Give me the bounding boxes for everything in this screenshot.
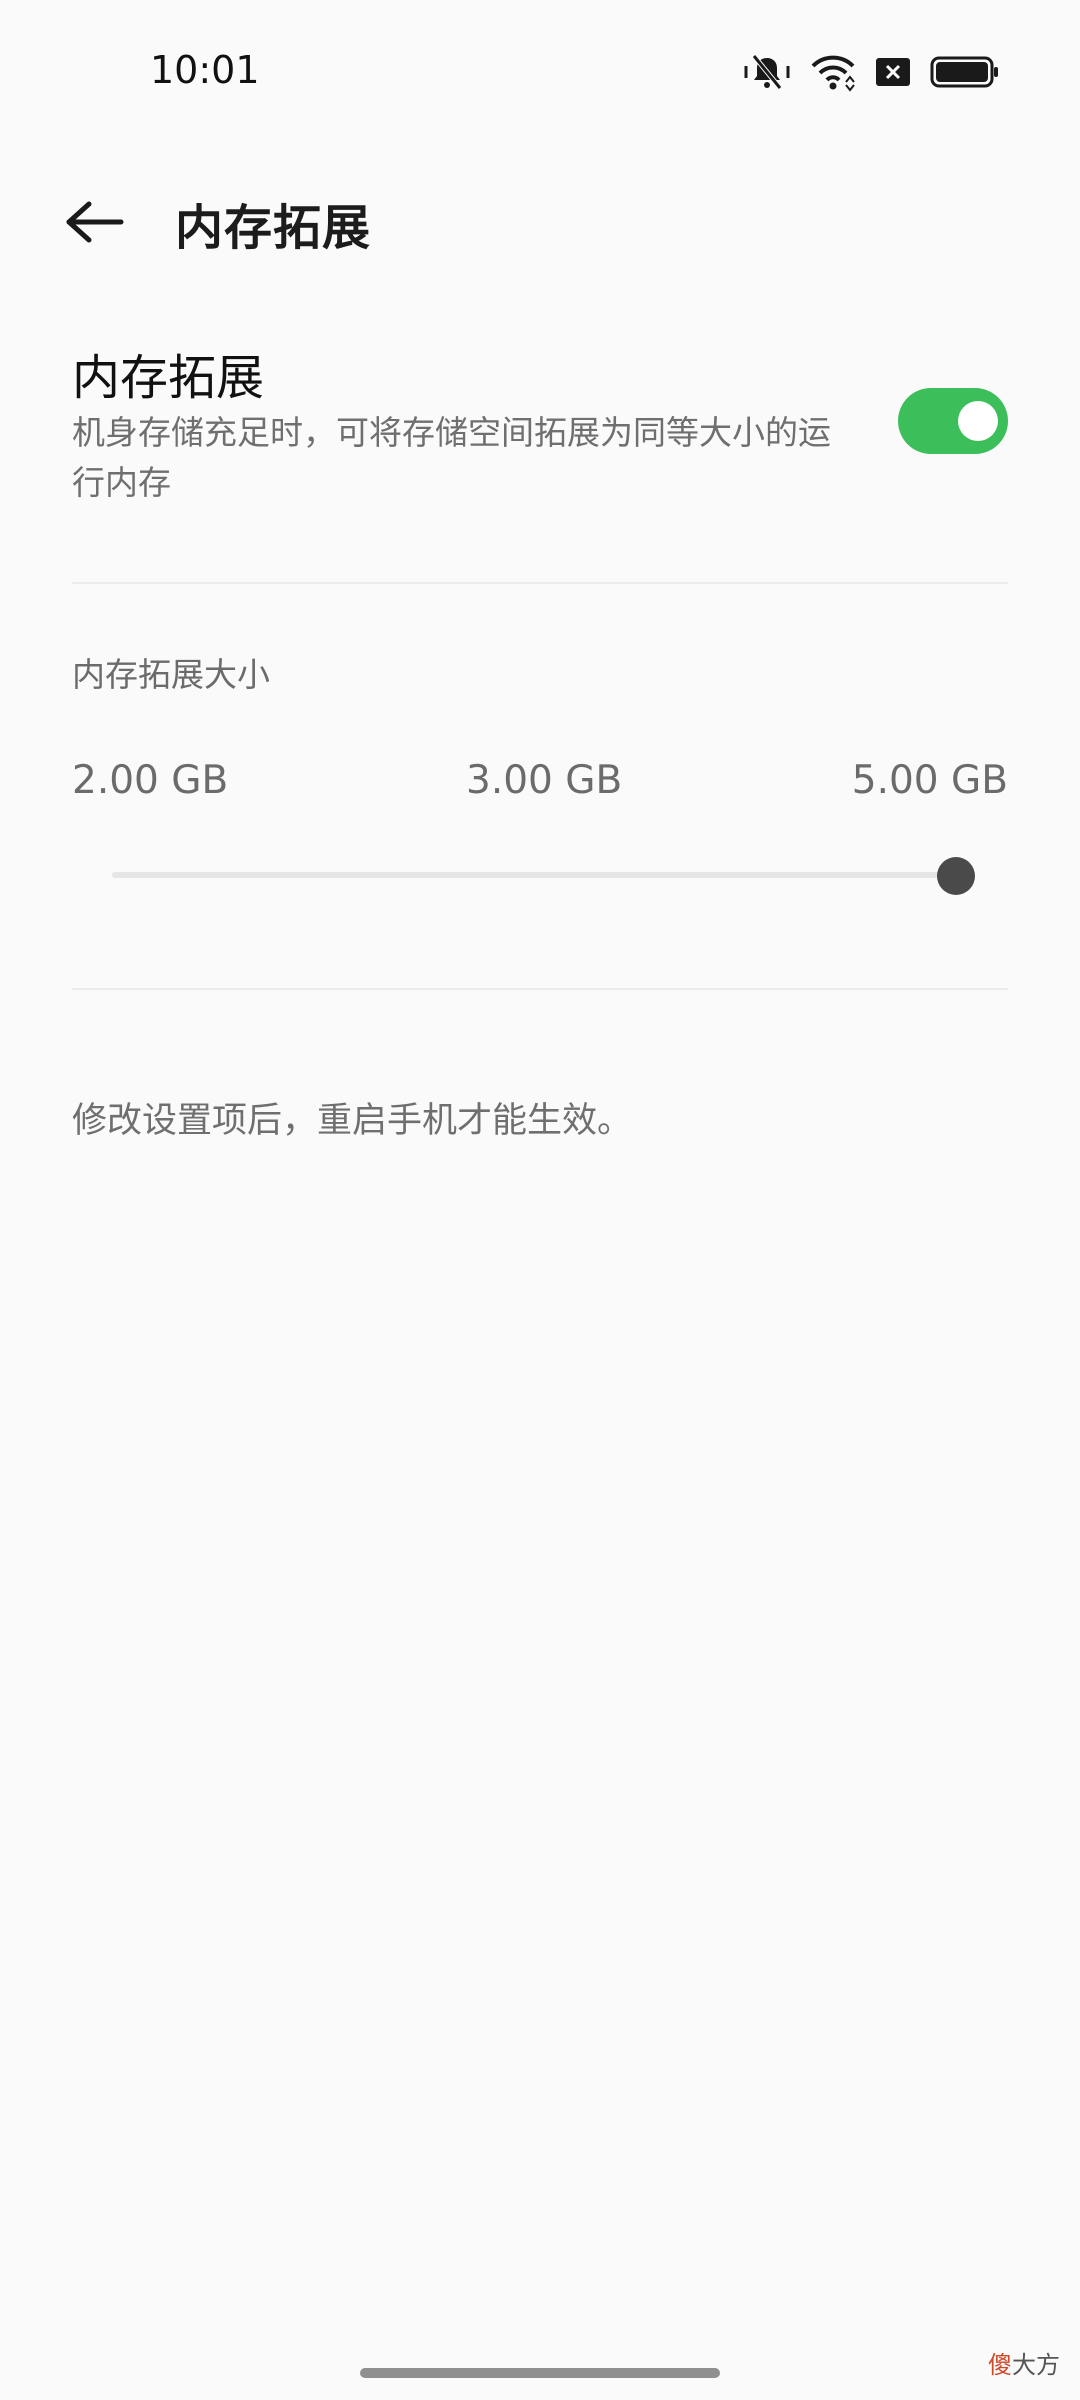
back-button[interactable] [62,192,128,252]
battery-icon [930,50,1000,94]
app-bar: 内存拓展 [0,170,1080,270]
home-indicator[interactable] [360,2368,720,2378]
row-description: 机身存储充足时，可将存储空间拓展为同等大小的运行内存 [72,413,831,502]
watermark-rest: 大方 [1012,2351,1060,2379]
status-bar: 10:01 [0,0,1080,140]
divider [72,582,1008,584]
status-time: 10:01 [150,48,260,92]
page-title: 内存拓展 [175,200,372,256]
memory-extension-toggle-row[interactable]: 内存拓展 机身存储充足时，可将存储空间拓展为同等大小的运行内存 [72,330,1008,530]
switch-knob [958,401,998,441]
section-label: 内存拓展大小 [72,655,270,694]
divider [72,988,1008,990]
mute-vibrate-icon [742,50,792,94]
watermark: 傻大方 [988,2345,1060,2380]
wifi-icon [810,50,856,94]
arrow-left-icon [66,201,124,243]
tick-label-max: 5.00 GB [851,758,1008,803]
row-title: 内存拓展 [72,350,265,406]
slider-thumb[interactable] [937,857,975,895]
status-icons [742,50,1000,94]
memory-extension-switch[interactable] [898,388,1008,454]
tick-label-mid: 3.00 GB [466,758,623,803]
tick-label-min: 2.00 GB [72,758,229,803]
restart-note: 修改设置项后，重启手机才能生效。 [72,1101,633,1141]
sim-absent-icon [874,50,912,94]
screen: 10:01 内存拓展 内存拓展 机身存储充足时，可将存储空间拓展为同等大小的运行… [0,0,1080,2400]
slider-track[interactable] [112,872,966,878]
watermark-first: 傻 [988,2351,1012,2379]
